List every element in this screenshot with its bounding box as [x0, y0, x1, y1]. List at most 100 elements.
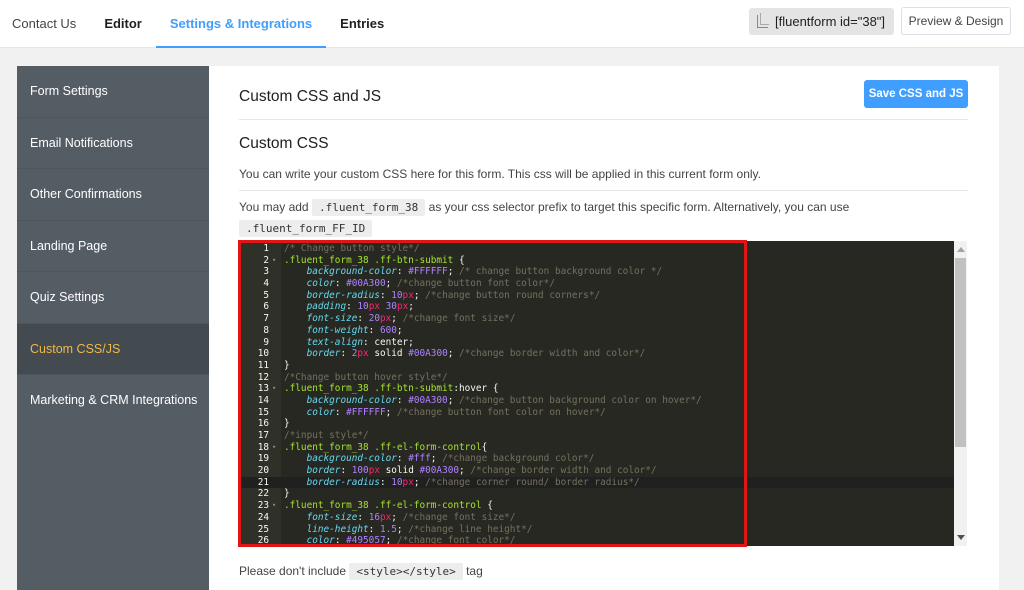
code-text: /* Change button style*/	[284, 243, 420, 254]
code-text: }	[284, 359, 290, 371]
line-number: 14	[257, 394, 269, 406]
code-line[interactable]: 2 ▾ .fluent_form_38 .ff-btn-submit {	[239, 255, 954, 267]
tab-contact-us[interactable]: Contact Us	[0, 0, 90, 48]
code-line[interactable]: 10 border: 2px solid #00A300; /*change b…	[239, 348, 954, 360]
scroll-thumb[interactable]	[955, 258, 966, 447]
code-line[interactable]: 9 text-align: center;	[239, 337, 954, 349]
line-number: 12	[257, 371, 269, 383]
code-line[interactable]: 6 padding: 10px 30px;	[239, 301, 954, 313]
help-text: You may add	[239, 200, 309, 214]
code-line[interactable]: 21 border-radius: 10px; /*change corner …	[239, 476, 954, 489]
sidebar-item-form-settings[interactable]: Form Settings	[17, 66, 209, 118]
editor-lines: 1/* Change button style*/2 ▾ .fluent_form_…	[239, 243, 954, 546]
divider	[239, 190, 968, 191]
save-css-js-button[interactable]: Save CSS and JS	[864, 80, 968, 108]
fold-icon[interactable]: ▾	[272, 383, 276, 395]
code-text: .fluent_form_38 .ff-el-form-control{	[284, 441, 488, 453]
code-text: color: #495057; /*change font color*/	[306, 535, 516, 546]
scroll-down-icon[interactable]	[957, 535, 965, 540]
code-line[interactable]: 25 line-height: 1.5; /*change line heigh…	[239, 524, 954, 536]
ffid-code: .fluent_form_FF_ID	[239, 220, 373, 237]
code-line[interactable]: 8 font-weight: 600;	[239, 325, 954, 337]
code-line[interactable]: 26 color: #495057; /*change font color*/	[239, 535, 954, 546]
line-number: 24	[257, 511, 269, 523]
code-line[interactable]: 18 ▾ .fluent_form_38 .ff-el-form-control{	[239, 442, 954, 454]
scroll-up-icon[interactable]	[957, 247, 965, 252]
fold-icon[interactable]: ▾	[272, 500, 276, 512]
code-text: border: 2px solid #00A300; /*change bord…	[306, 348, 646, 360]
top-bar: Contact Us Editor Settings & Integration…	[0, 0, 1024, 48]
page-title: Custom CSS and JS	[239, 88, 382, 105]
code-line[interactable]: 5 border-radius: 10px; /*change button r…	[239, 290, 954, 302]
code-text: background-color: #00A300; /*change butt…	[306, 394, 702, 406]
line-number: 18	[257, 441, 269, 453]
editor-scrollbar[interactable]	[954, 241, 967, 546]
note-text: tag	[466, 564, 483, 578]
code-text: font-size: 20px; /*change font size*/	[306, 313, 516, 325]
code-text: /*input style*/	[284, 430, 369, 441]
line-number: 15	[257, 406, 269, 418]
shortcode-copy[interactable]: [fluentform id="38"]	[749, 8, 894, 35]
sidebar-item-custom-css-js[interactable]: Custom CSS/JS	[17, 323, 209, 375]
fold-icon[interactable]: ▾	[272, 442, 276, 454]
code-line[interactable]: 16}	[239, 418, 954, 430]
prefix-code: .fluent_form_38	[311, 199, 426, 216]
line-number: 26	[257, 535, 269, 546]
code-line[interactable]: 3 background-color: #FFFFFF; /* change b…	[239, 266, 954, 278]
line-number: 1	[263, 243, 269, 254]
tab-editor[interactable]: Editor	[90, 0, 156, 48]
line-number: 2	[263, 254, 269, 266]
line-number: 13	[257, 383, 269, 395]
code-text: border-radius: 10px; /*change button rou…	[306, 289, 601, 301]
code-line[interactable]: 17 /*input style*/	[239, 430, 954, 442]
note-text: Please don't include	[239, 564, 347, 578]
copy-icon	[757, 13, 769, 28]
code-text: padding: 10px 30px;	[306, 301, 414, 313]
sidebar-item-email-notifications[interactable]: Email Notifications	[17, 118, 209, 169]
line-number: 8	[263, 324, 269, 336]
divider	[239, 119, 968, 120]
code-line[interactable]: 7 font-size: 20px; /*change font size*/	[239, 313, 954, 325]
sidebar-item-other-confirmations[interactable]: Other Confirmations	[17, 169, 209, 221]
tab-entries[interactable]: Entries	[326, 0, 398, 48]
line-number: 5	[263, 289, 269, 301]
line-number: 7	[263, 313, 269, 325]
code-line[interactable]: 19 background-color: #fff; /*change back…	[239, 453, 954, 465]
fold-icon[interactable]: ▾	[272, 255, 276, 267]
code-line[interactable]: 14 background-color: #00A300; /*change b…	[239, 395, 954, 407]
tab-settings-integrations[interactable]: Settings & Integrations	[155, 0, 327, 48]
code-line[interactable]: 24 font-size: 16px; /*change font size*/	[239, 512, 954, 524]
code-text: border: 100px solid #00A300; /*change bo…	[306, 465, 657, 477]
code-text: .fluent_form_38 .ff-btn-submit {	[284, 254, 465, 266]
code-line[interactable]: 22}	[239, 488, 954, 500]
description: You can write your custom CSS here for t…	[239, 167, 761, 181]
code-line[interactable]: 12 /*Change button hover style*/	[239, 372, 954, 384]
code-line[interactable]: 4 color: #00A300; /*change button font c…	[239, 278, 954, 290]
code-line[interactable]: 23 ▾ .fluent_form_38 .ff-el-form-control {	[239, 500, 954, 512]
code-text: background-color: #FFFFFF; /* change but…	[306, 266, 663, 278]
code-line[interactable]: 1 /* Change button style*/	[239, 243, 954, 255]
line-number: 4	[263, 278, 269, 290]
code-text: background-color: #fff; /*change backgro…	[306, 453, 595, 465]
line-number: 20	[257, 465, 269, 477]
line-number: 19	[257, 453, 269, 465]
css-code-editor[interactable]: 1/* Change button style*/2 ▾ .fluent_form_…	[239, 241, 967, 546]
code-text: }	[284, 488, 290, 500]
line-number: 22	[257, 488, 269, 500]
line-number: 10	[257, 348, 269, 360]
sidebar-item-marketing-crm[interactable]: Marketing & CRM Integrations	[17, 375, 209, 427]
line-number: 23	[257, 500, 269, 512]
sidebar-item-quiz-settings[interactable]: Quiz Settings	[17, 272, 209, 324]
style-tag-note: Please don't include <style></style> tag	[239, 563, 483, 580]
code-text: text-align: center;	[306, 336, 414, 348]
code-line[interactable]: 15 color: #FFFFFF; /*change button font …	[239, 407, 954, 419]
line-number: 16	[257, 418, 269, 430]
preview-design-button[interactable]: Preview & Design	[901, 7, 1011, 35]
code-line[interactable]: 13 ▾ .fluent_form_38 .ff-btn-submit:hover …	[239, 383, 954, 395]
line-number: 17	[257, 430, 269, 441]
line-number: 6	[263, 301, 269, 313]
code-line[interactable]: 11}	[239, 360, 954, 372]
code-line[interactable]: 20 border: 100px solid #00A300; /*change…	[239, 465, 954, 477]
line-number: 3	[263, 266, 269, 278]
sidebar-item-landing-page[interactable]: Landing Page	[17, 221, 209, 272]
